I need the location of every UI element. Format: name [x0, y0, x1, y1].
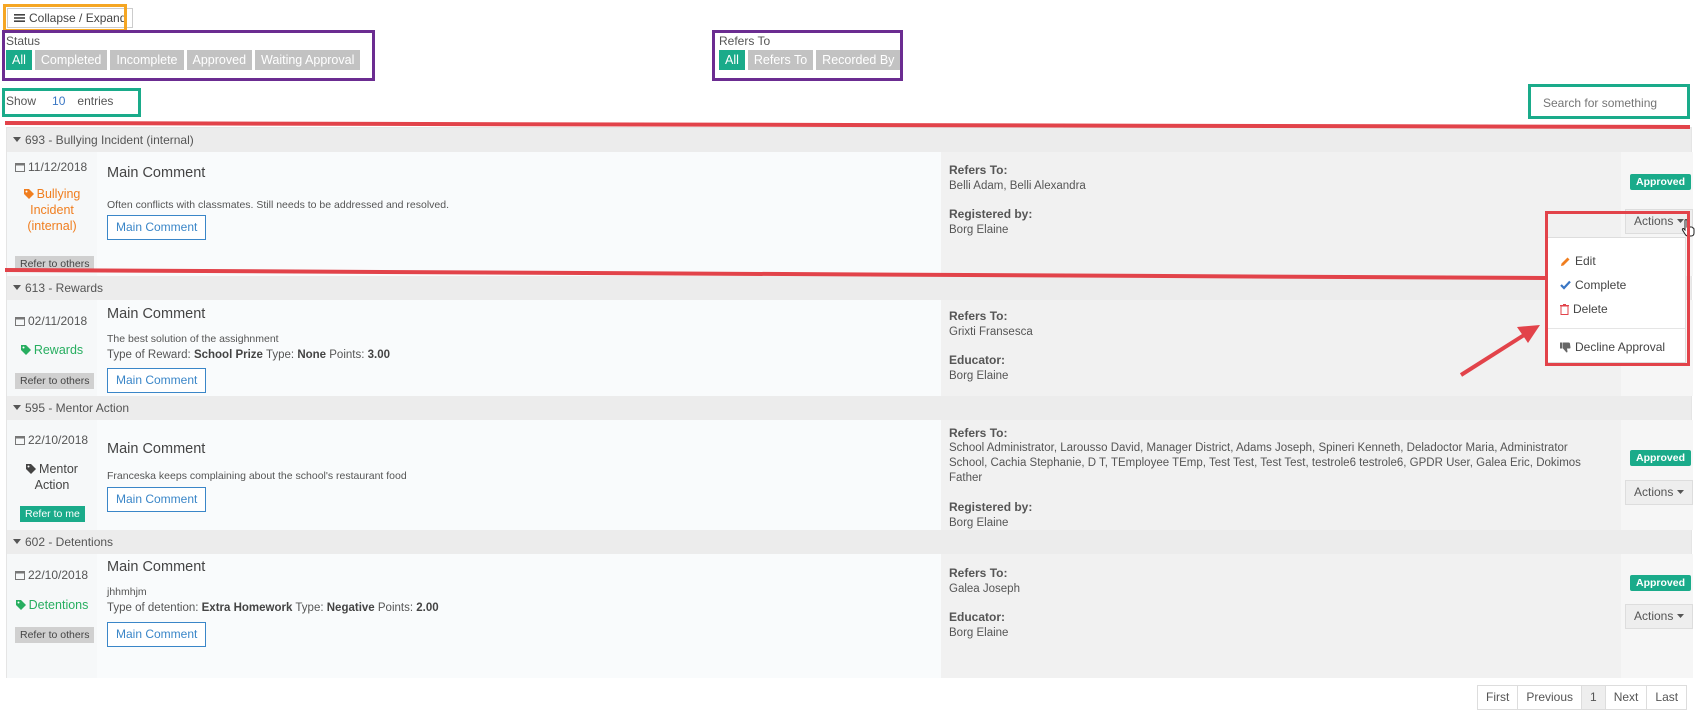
annotation-overlay [4, 121, 1691, 377]
pagination-first[interactable]: First [1478, 686, 1519, 709]
annotation-red-arrowhead [1517, 325, 1540, 343]
annotation-red-arrow [1459, 328, 1534, 377]
annotation-red-line-middle [4, 268, 1546, 280]
pagination-next[interactable]: Next [1605, 686, 1648, 709]
pagination-last[interactable]: Last [1647, 686, 1687, 709]
pagination: First Previous 1 Next Last [1477, 685, 1688, 710]
pagination-previous[interactable]: Previous [1518, 686, 1583, 709]
pagination-page-1[interactable]: 1 [1582, 686, 1606, 709]
annotation-red-line-top [4, 121, 1691, 129]
